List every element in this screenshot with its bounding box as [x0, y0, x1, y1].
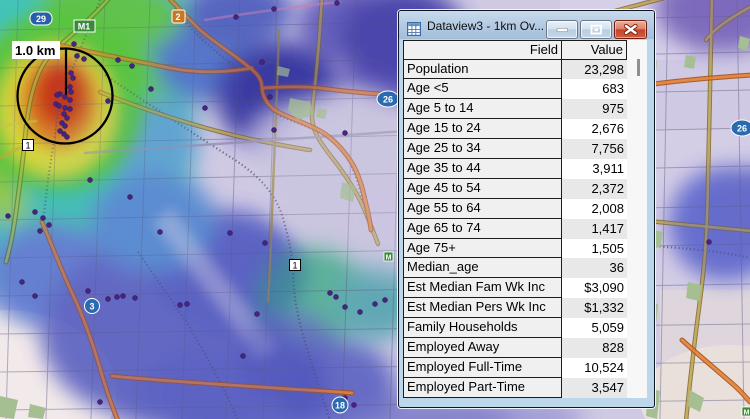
svg-text:2: 2 [175, 12, 180, 22]
svg-text:29: 29 [36, 14, 46, 24]
svg-text:26: 26 [383, 95, 393, 105]
svg-text:M1: M1 [78, 22, 91, 32]
svg-text:M: M [386, 255, 392, 262]
svg-text:1.0 km: 1.0 km [15, 43, 55, 58]
svg-text:1: 1 [25, 141, 30, 151]
svg-text:26: 26 [737, 124, 747, 134]
svg-text:3: 3 [89, 302, 94, 312]
svg-text:1: 1 [292, 261, 297, 271]
svg-text:M: M [744, 410, 750, 417]
svg-text:18: 18 [335, 401, 345, 411]
